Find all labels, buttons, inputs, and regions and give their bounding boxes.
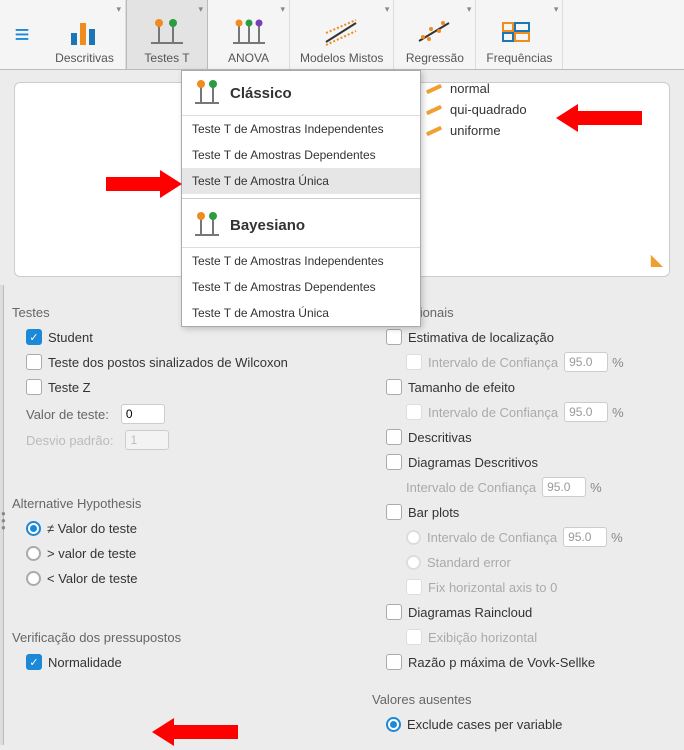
dd-bayes-indep[interactable]: Teste T de Amostras Independentes bbox=[182, 248, 420, 274]
est-loc-row[interactable]: Estimativa de localização bbox=[386, 326, 672, 348]
classic-icon bbox=[192, 79, 222, 107]
toolbar-label: Modelos Mistos bbox=[300, 51, 383, 65]
frequencias-submenu: normal qui-quadrado uniforme bbox=[426, 78, 527, 141]
bayes-heading: Bayesiano bbox=[182, 203, 420, 248]
checkbox-icon bbox=[386, 454, 402, 470]
raincloud-row[interactable]: Diagramas Raincloud bbox=[386, 601, 672, 623]
std-err-row: Standard error bbox=[406, 551, 672, 573]
toolbar-anova[interactable]: ▾ ANOVA bbox=[208, 0, 290, 69]
hamburger-icon[interactable]: ≡ bbox=[0, 0, 44, 69]
checkbox-icon bbox=[406, 629, 422, 645]
student-row[interactable]: ✓Student bbox=[26, 326, 352, 348]
dd-bayes-dep[interactable]: Teste T de Amostras Dependentes bbox=[182, 274, 420, 300]
assumptions-heading: Verificação dos pressupostos bbox=[12, 630, 352, 645]
checkbox-checked-icon: ✓ bbox=[26, 654, 42, 670]
valor-teste-field[interactable]: Valor de teste: bbox=[26, 404, 352, 424]
desvio-input bbox=[125, 430, 169, 450]
slash-icon bbox=[426, 83, 442, 93]
toolbar-modelos-mistos[interactable]: ▾ Modelos Mistos bbox=[290, 0, 394, 69]
ci-input bbox=[542, 477, 586, 497]
toolbar-testes-t[interactable]: ▾ Testes T bbox=[126, 0, 208, 69]
barchart-icon bbox=[65, 17, 105, 49]
submenu-uniforme[interactable]: uniforme bbox=[426, 120, 527, 141]
mistos-icon bbox=[322, 17, 362, 49]
checkbox-icon bbox=[26, 354, 42, 370]
radio-checked-icon bbox=[26, 521, 41, 536]
normalidade-row[interactable]: ✓Normalidade bbox=[26, 651, 352, 673]
exclude-row[interactable]: Exclude cases per variable bbox=[386, 713, 672, 735]
tam-efeito-ci-row: Intervalo de Confiança% bbox=[406, 401, 672, 423]
ci-input bbox=[564, 402, 608, 422]
slash-icon bbox=[426, 104, 442, 114]
radio-icon bbox=[26, 571, 41, 586]
dd-bayes-single[interactable]: Teste T de Amostra Única bbox=[182, 300, 420, 326]
annotation-arrow bbox=[556, 104, 642, 132]
toolbar-label: Regressão bbox=[406, 51, 464, 65]
annotation-arrow bbox=[106, 170, 182, 198]
diag-desc-row[interactable]: Diagramas Descritivos bbox=[386, 451, 672, 473]
barplots-row[interactable]: Bar plots bbox=[386, 501, 672, 523]
checkbox-icon bbox=[386, 379, 402, 395]
slash-icon bbox=[426, 125, 442, 135]
submenu-normal[interactable]: normal bbox=[426, 78, 527, 99]
ci-input bbox=[563, 527, 607, 547]
valor-teste-input[interactable] bbox=[121, 404, 165, 424]
toolbar-label: Frequências bbox=[486, 51, 552, 65]
alt-ne-row[interactable]: ≠ Valor do teste bbox=[26, 517, 352, 539]
toolbar-label: Descritivas bbox=[55, 51, 114, 65]
drag-handle-icon[interactable]: ●●● bbox=[1, 510, 6, 531]
vovk-row[interactable]: Razão p máxima de Vovk-Sellke bbox=[386, 651, 672, 673]
checkbox-icon bbox=[406, 404, 422, 420]
checkbox-checked-icon: ✓ bbox=[26, 329, 42, 345]
dd-classic-dep[interactable]: Teste T de Amostras Dependentes bbox=[182, 142, 420, 168]
toolbar-regressao[interactable]: ▾ Regressão bbox=[394, 0, 476, 69]
descritivas-row[interactable]: Descritivas bbox=[386, 426, 672, 448]
checkbox-icon bbox=[406, 354, 422, 370]
diag-ci-row: Intervalo de Confiança% bbox=[406, 476, 672, 498]
dd-classic-indep[interactable]: Teste T de Amostras Independentes bbox=[182, 116, 420, 142]
testes-t-dropdown: Clássico Teste T de Amostras Independent… bbox=[181, 70, 421, 327]
anova-icon bbox=[229, 17, 269, 49]
toolbar-label: Testes T bbox=[144, 51, 189, 65]
checkbox-icon bbox=[26, 379, 42, 395]
radio-icon bbox=[26, 546, 41, 561]
bar-ci-row: Intervalo de Confiança% bbox=[406, 526, 672, 548]
testes-t-icon bbox=[147, 17, 187, 49]
exib-horiz-row: Exibição horizontal bbox=[406, 626, 672, 648]
checkbox-icon bbox=[386, 429, 402, 445]
classic-heading: Clássico bbox=[182, 71, 420, 116]
wilcoxon-row[interactable]: Teste dos postos sinalizados de Wilcoxon bbox=[26, 351, 352, 373]
tam-efeito-row[interactable]: Tamanho de efeito bbox=[386, 376, 672, 398]
main-toolbar: ≡ ▾ Descritivas ▾ Testes T ▾ ANOVA ▾ Mod… bbox=[0, 0, 684, 70]
bayes-icon bbox=[192, 211, 222, 239]
radio-checked-icon bbox=[386, 717, 401, 732]
toolbar-descritivas[interactable]: ▾ Descritivas bbox=[44, 0, 126, 69]
toolbar-frequencias[interactable]: ▾ Frequências bbox=[476, 0, 563, 69]
submenu-qui-quadrado[interactable]: qui-quadrado bbox=[426, 99, 527, 120]
checkbox-icon bbox=[386, 504, 402, 520]
frequencias-icon bbox=[499, 17, 539, 49]
resize-icon[interactable]: ◣ bbox=[651, 250, 663, 270]
fix-axis-row: Fix horizontal axis to 0 bbox=[406, 576, 672, 598]
checkbox-icon bbox=[406, 579, 422, 595]
alt-hypothesis-heading: Alternative Hypothesis bbox=[12, 496, 352, 511]
checkbox-icon bbox=[386, 604, 402, 620]
toolbar-label: ANOVA bbox=[228, 51, 269, 65]
checkbox-icon bbox=[386, 329, 402, 345]
ci-input bbox=[564, 352, 608, 372]
regressao-icon bbox=[415, 17, 455, 49]
radio-icon bbox=[406, 530, 421, 545]
annotation-arrow bbox=[152, 718, 238, 746]
checkbox-icon bbox=[386, 654, 402, 670]
missing-heading: Valores ausentes bbox=[372, 692, 672, 707]
desvio-field: Desvio padrão: bbox=[26, 430, 352, 450]
separator bbox=[182, 198, 420, 199]
radio-icon bbox=[406, 555, 421, 570]
dd-classic-single[interactable]: Teste T de Amostra Única bbox=[182, 168, 420, 194]
est-loc-ci-row: Intervalo de Confiança% bbox=[406, 351, 672, 373]
testez-row[interactable]: Teste Z bbox=[26, 376, 352, 398]
alt-gt-row[interactable]: > valor de teste bbox=[26, 542, 352, 564]
alt-lt-row[interactable]: < Valor de teste bbox=[26, 567, 352, 589]
